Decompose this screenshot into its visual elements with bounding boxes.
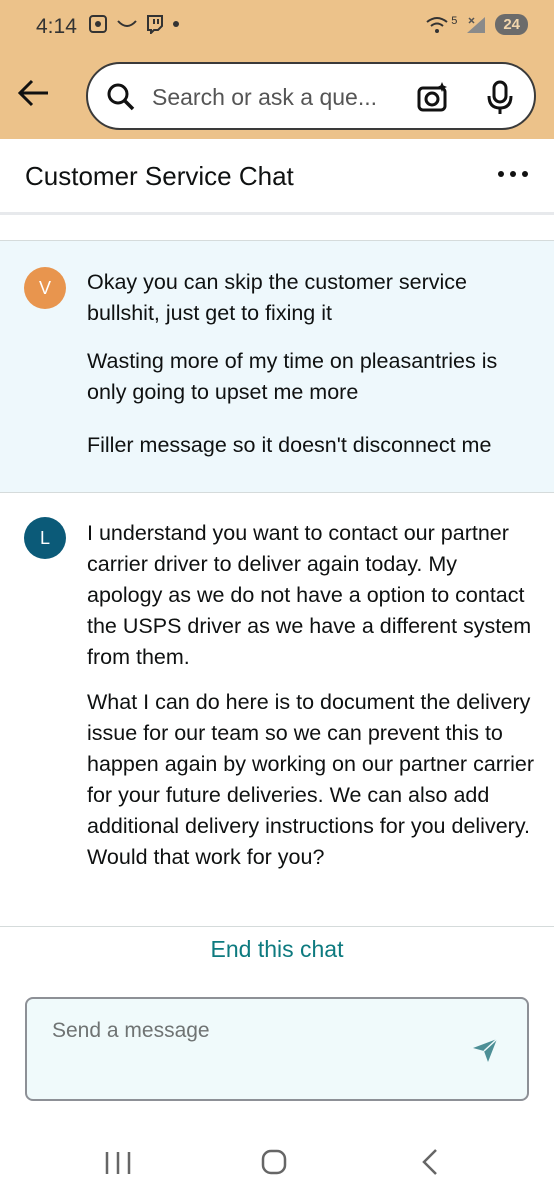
chat-title: Customer Service Chat [25,161,294,191]
back-nav-icon[interactable] [420,1148,440,1176]
back-button[interactable] [16,76,52,110]
notification-icons [88,14,180,34]
screenshot-icon [89,15,107,33]
battery-badge: 24 [495,14,528,35]
avatar-user: V [24,267,66,309]
message-input[interactable]: Send a message [52,1019,210,1043]
search-input[interactable]: Search or ask a que... [152,84,392,111]
search-bar[interactable]: Search or ask a que... [86,62,536,130]
message-text: Wasting more of my time on pleasantries … [87,349,498,404]
status-bar: 4:14 5 24 [0,0,554,56]
message-text: Okay you can skip the customer service b… [87,270,467,325]
signal-icon [467,16,486,33]
recent-apps-icon[interactable] [104,1150,132,1176]
message-text: I understand you want to contact our par… [87,521,532,669]
camera-search-icon[interactable] [416,80,450,114]
chat-header: Customer Service Chat [0,139,554,215]
chat-app-icon [147,15,163,34]
home-icon[interactable] [260,1148,288,1176]
send-icon[interactable] [471,1037,499,1063]
network-tag: 5 [451,14,458,27]
more-options-button[interactable] [498,171,528,177]
microphone-icon[interactable] [486,80,514,116]
dot-icon [173,21,179,27]
wifi-icon [426,16,448,33]
system-navigation-bar [0,1130,554,1200]
avatar-agent: L [24,517,66,559]
message-text: Filler message so it doesn't disconnect … [87,433,492,457]
smile-icon [117,20,137,27]
app-header: 4:14 5 24 Search or ask a que... [0,0,554,139]
more-dot-icon [498,171,504,177]
system-icons: 5 24 [425,14,528,35]
more-dot-icon [510,171,516,177]
message-agent: L I understand you want to contact our p… [0,493,554,927]
end-chat-link[interactable]: End this chat [0,936,554,963]
status-time: 4:14 [36,15,77,38]
message-composer[interactable]: Send a message [25,997,529,1101]
more-dot-icon [522,171,528,177]
message-text: What I can do here is to document the de… [87,690,534,869]
search-icon [107,83,135,111]
message-user: V Okay you can skip the customer service… [0,241,554,493]
arrow-left-icon [17,79,48,107]
